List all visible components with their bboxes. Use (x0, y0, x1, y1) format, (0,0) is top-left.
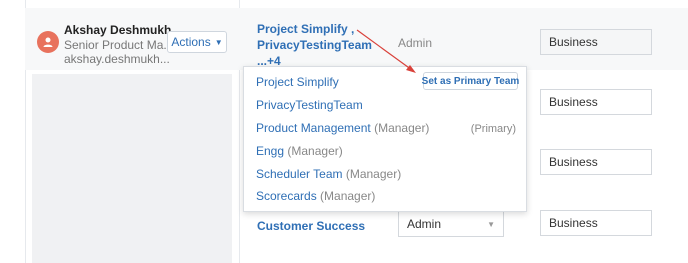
annotation-arrow-icon (356, 29, 416, 73)
